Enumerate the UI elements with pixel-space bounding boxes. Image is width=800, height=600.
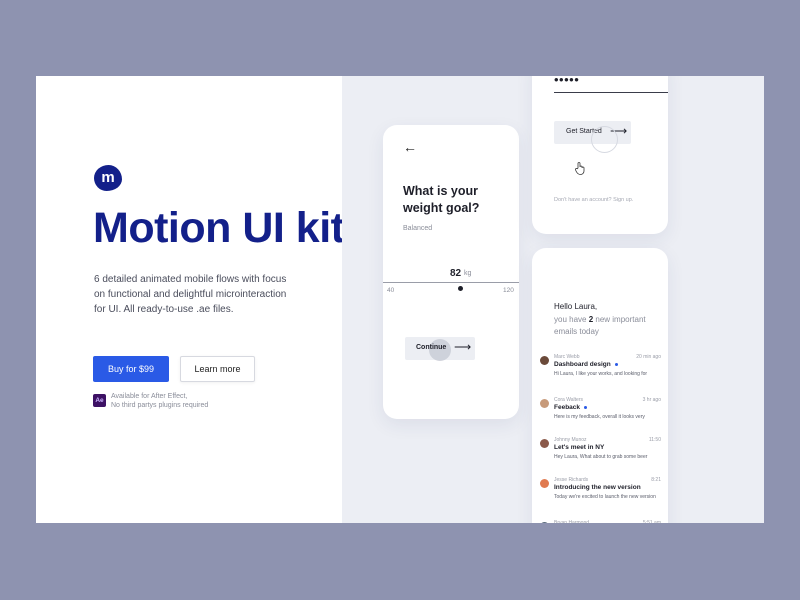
mail-time: 20 min ago (636, 354, 661, 360)
ae-note-line1: Available for After Effect, (111, 393, 188, 400)
arrow-right-icon: ⟶ (454, 340, 472, 354)
hero-title: Motion UI kit (93, 204, 345, 252)
mail-item[interactable]: Johnny Munoz 11:50 Let's meet in NY Hey Lau… (532, 435, 668, 471)
unread-indicator (614, 362, 618, 366)
mail-item[interactable]: Cora Walters 3 hr ago Feeback Here is my fe… (532, 395, 668, 431)
mail-sender: Bryan Harmond (554, 520, 590, 523)
slider-max-label: 120 (503, 287, 514, 294)
weight-goal-screen: ← What is your weight goal? Balanced 82 … (383, 125, 519, 419)
mail-time: 3 hr ago (642, 397, 661, 403)
mail-preview: Here is my feedback, overall it looks ve… (554, 414, 645, 420)
password-underline (554, 92, 668, 93)
promo-card: m Motion UI kit 6 detailed animated mobi… (36, 76, 764, 523)
ae-availability-note: Available for After Effect, No third par… (111, 392, 208, 410)
weight-question: What is your weight goal? (403, 184, 480, 215)
mail-item[interactable]: Marc Webb 20 min ago Dashboard design Hi La… (532, 352, 668, 388)
mail-subject-text: Let's meet in NY (554, 444, 605, 451)
mail-subject-text: Feeback (554, 404, 581, 411)
slider-handle[interactable] (458, 286, 463, 291)
mail-preview: Hi Laura, I like your works, and looking… (554, 371, 648, 377)
buy-button[interactable]: Buy for $99 (93, 356, 169, 382)
inbox-screen: Hello Laura, you have 2 new important em… (532, 248, 668, 523)
mail-subject: Introducing the new version (554, 484, 641, 491)
avatar (540, 356, 549, 365)
login-screen: ••••• Get Started ⟶ Don't have an accoun… (532, 76, 668, 234)
learn-more-button[interactable]: Learn more (180, 356, 255, 382)
after-effects-icon: Ae (93, 394, 106, 407)
weight-value: 82 (450, 268, 462, 279)
logo: m (94, 165, 122, 191)
mail-sender: Johnny Munoz (554, 437, 587, 443)
greeting-hello: Hello Laura, (554, 302, 598, 311)
avatar (540, 479, 549, 488)
continue-label: Continue (416, 344, 447, 351)
unread-indicator (584, 405, 588, 409)
arrow-left-icon[interactable]: ← (403, 139, 417, 155)
password-field[interactable]: ••••• (554, 76, 579, 87)
mail-item[interactable]: Bryan Harmond 5:51 am (532, 518, 668, 523)
mail-subject: Dashboard design (554, 361, 618, 368)
ae-note-line2: No third partys plugins required (111, 402, 209, 409)
avatar (540, 439, 549, 448)
mail-subject-text: Dashboard design (554, 361, 611, 368)
avatar (540, 522, 549, 523)
weight-subtitle: Balanced (403, 225, 433, 232)
avatar (540, 399, 549, 408)
mail-sender: Cora Walters (554, 397, 583, 403)
mail-sender: Marc Webb (554, 354, 580, 360)
mail-time: 11:50 (648, 437, 661, 443)
mail-subject-text: Introducing the new version (554, 484, 641, 491)
inbox-greeting: Hello Laura, you have 2 new important em… (554, 301, 668, 339)
mail-time: 5:51 am (642, 520, 661, 523)
hand-pointer-icon (575, 162, 586, 178)
continue-button[interactable]: Continue ⟶ (405, 337, 475, 361)
signup-link[interactable]: Don't have an account? Sign up. (554, 197, 633, 203)
mail-subject: Let's meet in NY (554, 444, 604, 451)
mail-preview: Today we're excited to launch the new ve… (554, 494, 656, 500)
mail-sender: Jesse Richards (554, 477, 589, 483)
hero-panel: m Motion UI kit 6 detailed animated mobi… (36, 76, 345, 523)
mail-preview: Hey Laura, What about to grab some beer (554, 454, 648, 460)
greeting-prefix: you have (554, 314, 589, 324)
mail-subject: Feeback (554, 404, 588, 411)
mail-item[interactable]: Jesse Richards 8:21 Introducing the new ve… (532, 475, 668, 511)
touch-ripple (591, 126, 618, 153)
weight-slider[interactable] (383, 282, 519, 283)
hero-description: 6 detailed animated mobile flows with fo… (94, 274, 287, 316)
showcase-panel: ← What is your weight goal? Balanced 82 … (342, 76, 764, 523)
mail-time: 8:21 (651, 477, 661, 483)
slider-min-label: 40 (387, 287, 395, 294)
get-started-button[interactable]: Get Started ⟶ (554, 121, 631, 153)
weight-unit: kg (464, 270, 472, 277)
